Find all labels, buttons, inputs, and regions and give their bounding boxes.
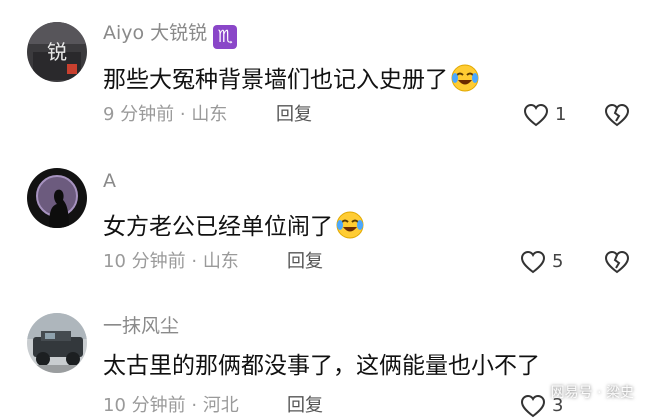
heart-icon xyxy=(520,394,546,418)
timestamp: 10 分钟前 xyxy=(103,395,186,416)
laughing-crying-emoji-icon xyxy=(450,63,480,98)
like-button[interactable]: 5 xyxy=(520,250,563,274)
username-text: 一抹风尘 xyxy=(103,315,180,337)
comment-meta: 10 分钟前 · 山东 xyxy=(103,251,239,272)
reply-button[interactable]: 回复 xyxy=(287,397,323,415)
avatar-image: 锐 xyxy=(27,22,87,82)
timestamp: 9 分钟前 xyxy=(103,104,175,125)
comment-text-body: 太古里的那俩都没事了，这俩能量也小不了 xyxy=(103,353,540,379)
heart-icon xyxy=(523,103,549,127)
username[interactable]: A xyxy=(103,172,116,191)
username-text: A xyxy=(103,170,116,192)
avatar-image xyxy=(27,313,87,373)
comment-text: 那些大冤种背景墙们也记入史册了 xyxy=(103,63,480,98)
heart-icon xyxy=(520,250,546,274)
like-count: 5 xyxy=(552,251,564,272)
comment-text: 女方老公已经单位闹了 xyxy=(103,210,365,245)
location: 山东 xyxy=(191,104,228,125)
avatar[interactable] xyxy=(27,313,87,373)
svg-text:锐: 锐 xyxy=(47,40,67,64)
location: 山东 xyxy=(202,251,239,272)
avatar-image xyxy=(27,168,87,228)
like-count: 1 xyxy=(555,104,567,125)
username[interactable]: Aiyo 大锐锐 ♏ xyxy=(103,22,238,49)
avatar[interactable]: 锐 xyxy=(27,22,87,82)
comment-meta: 9 分钟前 · 山东 xyxy=(103,104,228,125)
comment-text-body: 那些大冤种背景墙们也记入史册了 xyxy=(103,67,448,93)
broken-heart-icon xyxy=(604,250,630,274)
timestamp: 10 分钟前 xyxy=(103,251,186,272)
watermark: 网易号 · 梁史 xyxy=(550,385,634,401)
broken-heart-icon xyxy=(604,103,630,127)
reply-button[interactable]: 回复 xyxy=(276,106,312,124)
comment-meta: 10 分钟前 · 河北 xyxy=(103,395,239,416)
dislike-button[interactable] xyxy=(604,250,630,278)
username-text: Aiyo 大锐锐 xyxy=(103,22,208,44)
comment-text-body: 女方老公已经单位闹了 xyxy=(103,214,333,240)
laughing-crying-emoji-icon xyxy=(335,210,365,245)
location: 河北 xyxy=(202,395,239,416)
dislike-button[interactable] xyxy=(604,103,630,131)
comment-text: 太古里的那俩都没事了，这俩能量也小不了 xyxy=(103,355,540,378)
reply-button[interactable]: 回复 xyxy=(287,253,323,271)
zodiac-badge-icon: ♏ xyxy=(213,25,238,49)
like-button[interactable]: 1 xyxy=(523,103,566,127)
avatar[interactable] xyxy=(27,168,87,228)
username[interactable]: 一抹风尘 xyxy=(103,317,179,336)
